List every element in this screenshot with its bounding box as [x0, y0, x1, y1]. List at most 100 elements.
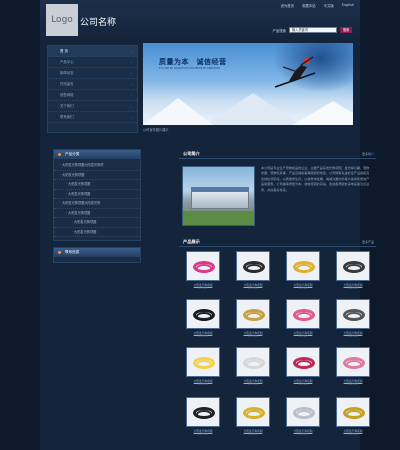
category-item[interactable]: · 大阳发光狗项圈: [54, 180, 140, 190]
collar-shape: [196, 312, 212, 321]
categories-title: 产品分类: [65, 152, 80, 156]
collar-shape: [346, 360, 362, 369]
product-image[interactable]: [236, 347, 270, 377]
banner-caption: 公司宣传图片展示: [143, 128, 169, 132]
categories-header: 产品分类: [54, 150, 140, 159]
menu-item-label: 关于我们: [60, 104, 74, 108]
menu-item-label: 产品中心: [60, 60, 74, 64]
product-code: LT-PH07: [298, 334, 308, 338]
chevron-right-icon: ›: [130, 49, 132, 54]
product-card[interactable]: 大阳发光狗项圈 LT-PH07: [286, 299, 320, 338]
menu-item-sales[interactable]: 销售网络 ›: [48, 90, 137, 101]
product-card[interactable]: 大阳发光狗项圈 LT-PH11: [286, 347, 320, 386]
category-item[interactable]: · 大阳发光狗项圈大阳发光狗项: [54, 161, 140, 171]
product-image[interactable]: [186, 251, 220, 281]
product-card[interactable]: 大阳发光狗项圈 LT-PH13: [186, 397, 220, 436]
product-image[interactable]: [236, 397, 270, 427]
menu-item-products[interactable]: 产品中心 ›: [48, 57, 137, 68]
product-image[interactable]: [336, 299, 370, 329]
collar-shape: [196, 410, 212, 419]
product-image[interactable]: [236, 251, 270, 281]
mountain-shape: [283, 101, 353, 125]
product-code: LT-PH09: [198, 382, 208, 386]
product-card[interactable]: 大阳发光狗项圈 LT-PH08: [336, 299, 370, 338]
menu-item-label: 联系我们: [60, 115, 74, 119]
menu-item-home[interactable]: 首 页 ›: [48, 46, 137, 57]
product-card[interactable]: 大阳发光狗项圈 LT-PH06: [236, 299, 270, 338]
product-card[interactable]: 大阳发光狗项圈 LT-PH10: [236, 347, 270, 386]
english-version-link[interactable]: English: [342, 3, 354, 8]
search-area: 产品搜索 输入关键词 搜索: [272, 27, 352, 33]
chevron-right-icon: ›: [130, 60, 132, 65]
product-card[interactable]: 大阳发光狗项圈 LT-PH05: [186, 299, 220, 338]
contact-info-box: 联系信息: [53, 247, 141, 263]
page: Logo 公司名称 设为首页 收藏本站 中文版 English 产品搜索 输入关…: [40, 0, 376, 450]
menu-item-news[interactable]: 新闻动态 ›: [48, 68, 137, 79]
category-item[interactable]: · 大阳发光狗项圈: [54, 228, 140, 237]
product-code: LT-PH08: [348, 334, 358, 338]
product-image[interactable]: [336, 397, 370, 427]
product-code: LT-PH03: [298, 286, 308, 290]
product-image[interactable]: [336, 347, 370, 377]
main-menu: 首 页 › 产品中心 › 新闻动态 › 在线留言 › 销售网络 › 关于我们 › 联系我们 ›: [47, 45, 138, 133]
search-button[interactable]: 搜索: [340, 27, 352, 33]
bullet-icon: [58, 251, 61, 254]
set-homepage-link[interactable]: 设为首页: [280, 3, 294, 8]
category-item[interactable]: · 大阳发光狗项圈: [54, 209, 140, 218]
banner-image: 质量为本 诚信经营 TO LIVE BY QUALITY,TO DEVELOP …: [143, 43, 353, 125]
product-image[interactable]: [286, 397, 320, 427]
product-image[interactable]: [286, 347, 320, 377]
category-item[interactable]: · 大阳发光狗项圈大阳发光狗: [54, 199, 140, 209]
product-card[interactable]: 大阳发光狗项圈 LT-PH04: [336, 251, 370, 290]
chinese-version-link[interactable]: 中文版: [324, 3, 334, 8]
top-links: 设为首页 收藏本站 中文版 English: [280, 3, 354, 8]
collar-shape: [346, 264, 362, 273]
category-item[interactable]: · 大阳发光狗项圈: [54, 190, 140, 199]
product-image[interactable]: [186, 397, 220, 427]
product-image[interactable]: [186, 347, 220, 377]
about-title: 公司简介: [183, 151, 200, 156]
add-favorite-link[interactable]: 收藏本站: [302, 3, 316, 8]
menu-item-about[interactable]: 关于我们 ›: [48, 101, 137, 112]
about-more-link[interactable]: 更多简介: [362, 152, 374, 156]
category-item[interactable]: · 大阳发光狗项圈: [54, 218, 140, 228]
product-card[interactable]: 大阳发光狗项圈 LT-PH01: [186, 251, 220, 290]
category-item[interactable]: · 大阳发光狗项圈: [54, 171, 140, 180]
collar-shape: [296, 360, 312, 369]
search-label: 产品搜索: [272, 28, 286, 33]
product-card[interactable]: 大阳发光狗项圈 LT-PH15: [286, 397, 320, 436]
product-card[interactable]: 大阳发光狗项圈 LT-PH09: [186, 347, 220, 386]
product-card[interactable]: 大阳发光狗项圈 LT-PH03: [286, 251, 320, 290]
product-image[interactable]: [236, 299, 270, 329]
product-image[interactable]: [286, 251, 320, 281]
mountain-shape: [143, 98, 223, 125]
product-image[interactable]: [336, 251, 370, 281]
product-card[interactable]: 大阳发光狗项圈 LT-PH02: [236, 251, 270, 290]
product-code: LT-PH12: [348, 382, 358, 386]
product-card[interactable]: 大阳发光狗项圈 LT-PH14: [236, 397, 270, 436]
menu-item-message[interactable]: 在线留言 ›: [48, 79, 137, 90]
search-input[interactable]: 输入关键词: [289, 27, 337, 33]
product-card[interactable]: 大阳发光狗项圈 LT-PH16: [336, 397, 370, 436]
collar-shape: [296, 264, 312, 273]
menu-item-label: 首 页: [60, 49, 68, 53]
chevron-right-icon: ›: [130, 71, 132, 76]
about-text: 本公司是专业生产宠物用品的企业，主要产品有发光狗项圈、发光牵引绳、宠物衣服、宠物…: [261, 166, 370, 192]
product-code: LT-PH13: [198, 432, 208, 436]
products-more-link[interactable]: 更多产品: [362, 240, 374, 244]
collar-shape: [246, 264, 262, 273]
collar-shape: [346, 410, 362, 419]
logo[interactable]: Logo: [46, 4, 78, 36]
product-code: LT-PH14: [248, 432, 258, 436]
menu-item-label: 新闻动态: [60, 71, 74, 75]
menu-item-contact[interactable]: 联系我们 ›: [48, 112, 137, 123]
product-image[interactable]: [186, 299, 220, 329]
product-image[interactable]: [286, 299, 320, 329]
bullet-icon: [58, 153, 61, 156]
product-code: LT-PH15: [298, 432, 308, 436]
contact-title: 联系信息: [65, 250, 80, 254]
collar-shape: [246, 410, 262, 419]
product-card[interactable]: 大阳发光狗项圈 LT-PH12: [336, 347, 370, 386]
products-title: 产品展示: [183, 239, 200, 244]
categories-list: · 大阳发光狗项圈大阳发光狗项 · 大阳发光狗项圈 · 大阳发光狗项圈 · 大阳发光狗…: [54, 159, 140, 239]
